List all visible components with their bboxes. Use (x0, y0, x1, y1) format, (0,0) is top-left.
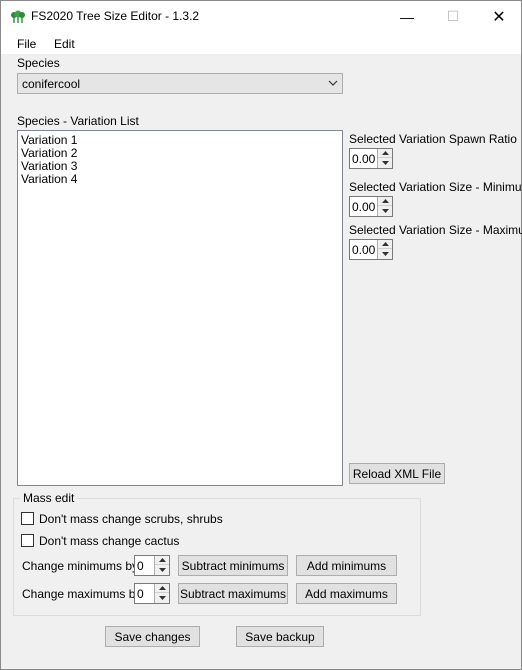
app-window: FS2020 Tree Size Editor - 1.3.2 — ☐ ✕ Fi… (0, 0, 522, 670)
spin-buttons (377, 197, 392, 216)
spin-down-button[interactable] (155, 565, 169, 574)
save-backup-button[interactable]: Save backup (236, 626, 324, 647)
cactus-checkbox-label[interactable]: Don't mass change cactus (39, 534, 179, 548)
spawn-ratio-label: Selected Variation Spawn Ratio (349, 132, 517, 146)
change-max-label: Change maximums by: (22, 587, 145, 601)
spin-down-button[interactable] (378, 249, 392, 258)
change-max-stepper[interactable]: 0 (134, 583, 170, 604)
species-label: Species (17, 56, 60, 70)
window-title: FS2020 Tree Size Editor - 1.3.2 (31, 9, 200, 23)
change-min-value[interactable]: 0 (137, 559, 144, 573)
chevron-down-icon (381, 160, 389, 165)
scrubs-checkbox-label[interactable]: Don't mass change scrubs, shrubs (39, 512, 223, 526)
spin-up-button[interactable] (378, 197, 392, 206)
cactus-checkbox[interactable] (21, 534, 34, 547)
change-max-value[interactable]: 0 (137, 587, 144, 601)
reload-xml-button[interactable]: Reload XML File (349, 463, 445, 484)
menu-file[interactable]: File (17, 37, 36, 51)
title-bar: FS2020 Tree Size Editor - 1.3.2 — ☐ ✕ (1, 1, 521, 32)
spin-buttons (377, 149, 392, 168)
spin-buttons (154, 556, 169, 575)
chevron-up-icon (158, 558, 166, 562)
size-max-stepper[interactable]: 0.00 (349, 239, 393, 260)
add-maximums-button[interactable]: Add maximums (296, 583, 397, 604)
subtract-minimums-button[interactable]: Subtract minimums (178, 555, 288, 576)
change-min-stepper[interactable]: 0 (134, 555, 170, 576)
chevron-up-icon (381, 242, 389, 246)
chevron-up-icon (381, 151, 389, 155)
change-min-label: Change minimums by: (22, 559, 142, 573)
size-min-value[interactable]: 0.00 (352, 200, 375, 214)
spin-up-button[interactable] (155, 584, 169, 593)
size-max-label: Selected Variation Size - Maximum (349, 223, 522, 237)
spin-buttons (377, 240, 392, 259)
minimize-button[interactable]: — (384, 1, 430, 32)
menu-bar: File Edit (1, 32, 521, 54)
spin-up-button[interactable] (155, 556, 169, 565)
tree-icon (11, 10, 25, 23)
subtract-maximums-button[interactable]: Subtract maximums (178, 583, 288, 604)
chevron-down-icon (158, 595, 166, 600)
variation-listbox[interactable]: Variation 1 Variation 2 Variation 3 Vari… (17, 130, 343, 486)
spin-down-button[interactable] (155, 593, 169, 602)
scrubs-checkbox[interactable] (21, 512, 34, 525)
list-item[interactable]: Variation 4 (21, 173, 77, 186)
menu-edit[interactable]: Edit (54, 37, 75, 51)
add-minimums-button[interactable]: Add minimums (296, 555, 397, 576)
spin-down-button[interactable] (378, 158, 392, 167)
spin-up-button[interactable] (378, 240, 392, 249)
species-dropdown[interactable]: conifercool (17, 73, 343, 94)
chevron-down-icon (381, 208, 389, 213)
minimize-icon: — (400, 8, 414, 25)
spin-up-button[interactable] (378, 149, 392, 158)
spin-down-button[interactable] (378, 206, 392, 215)
chevron-down-icon (328, 80, 338, 86)
chevron-up-icon (381, 199, 389, 203)
spin-buttons (154, 584, 169, 603)
save-changes-button[interactable]: Save changes (105, 626, 200, 647)
size-min-stepper[interactable]: 0.00 (349, 196, 393, 217)
maximize-icon: ☐ (446, 8, 460, 24)
size-max-value[interactable]: 0.00 (352, 243, 375, 257)
close-icon: ✕ (492, 8, 506, 26)
variation-list-label: Species - Variation List (17, 114, 139, 128)
species-selected: conifercool (22, 77, 81, 91)
chevron-down-icon (381, 251, 389, 256)
maximize-button[interactable]: ☐ (430, 1, 476, 32)
spawn-ratio-value[interactable]: 0.00 (352, 152, 375, 166)
size-min-label: Selected Variation Size - Minimum (349, 180, 522, 194)
chevron-down-icon (158, 567, 166, 572)
chevron-up-icon (158, 586, 166, 590)
spawn-ratio-stepper[interactable]: 0.00 (349, 148, 393, 169)
close-button[interactable]: ✕ (476, 1, 522, 32)
mass-edit-title: Mass edit (20, 491, 78, 505)
